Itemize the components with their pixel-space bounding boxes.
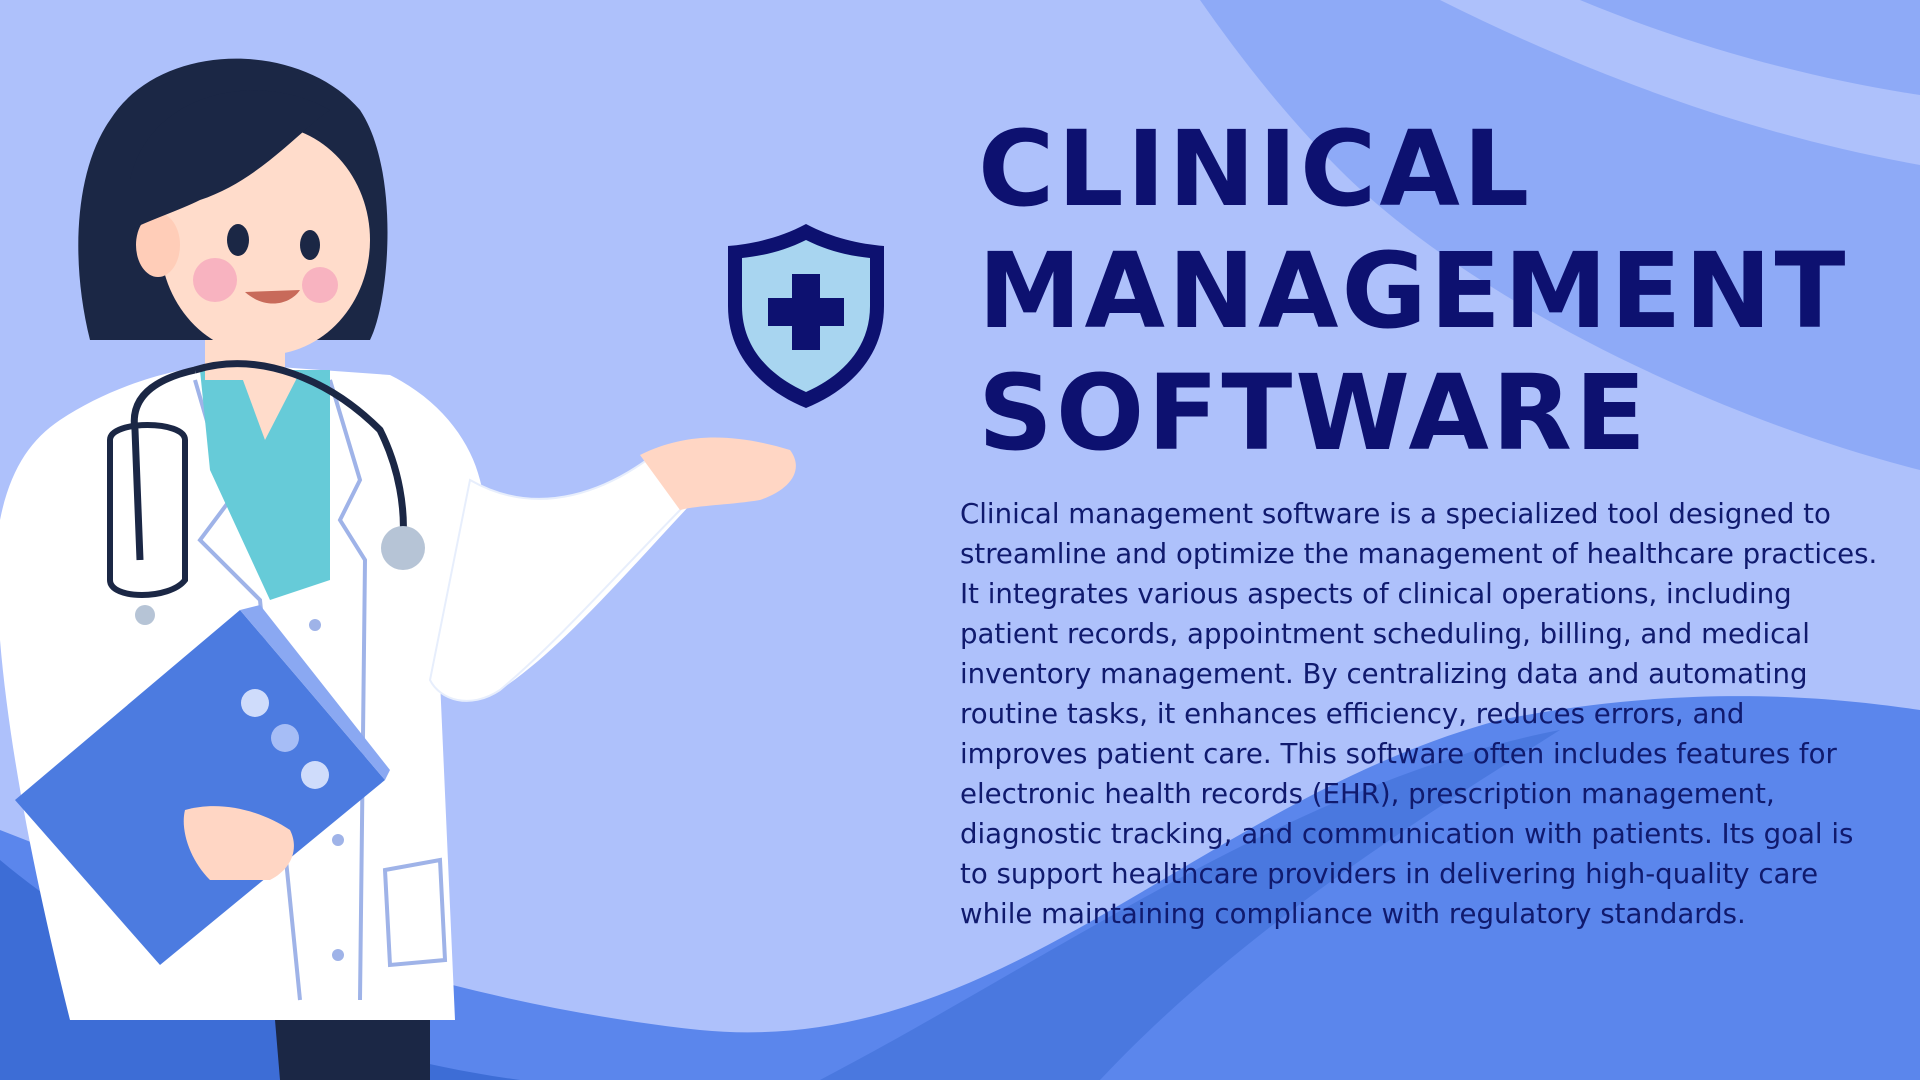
title-line-2: MANAGEMENT <box>978 230 1849 352</box>
doctor-eye-left <box>227 224 249 256</box>
clipboard-dot-2 <box>271 724 299 752</box>
clipboard-dot-3 <box>301 761 329 789</box>
coat-button-1 <box>309 619 321 631</box>
stethoscope-chestpiece <box>381 526 425 570</box>
stethoscope-tip <box>135 605 155 625</box>
coat-button-3 <box>332 834 344 846</box>
shield-medical-cross-icon <box>728 224 884 408</box>
doctor-cheek-left <box>193 258 237 302</box>
slide-description: Clinical management software is a specia… <box>960 497 1878 930</box>
slide-title: CLINICAL MANAGEMENT SOFTWARE <box>978 108 1878 474</box>
doctor-illustration <box>0 58 796 1080</box>
doctor-cheek-right <box>302 267 338 303</box>
title-line-1: CLINICAL <box>978 108 1533 230</box>
doctor-eye-right <box>300 230 320 260</box>
title-line-3: SOFTWARE <box>978 352 1649 474</box>
doctor-coat <box>0 364 690 1020</box>
coat-button-4 <box>332 949 344 961</box>
doctor-arm <box>428 448 692 702</box>
clipboard-dot-1 <box>241 689 269 717</box>
